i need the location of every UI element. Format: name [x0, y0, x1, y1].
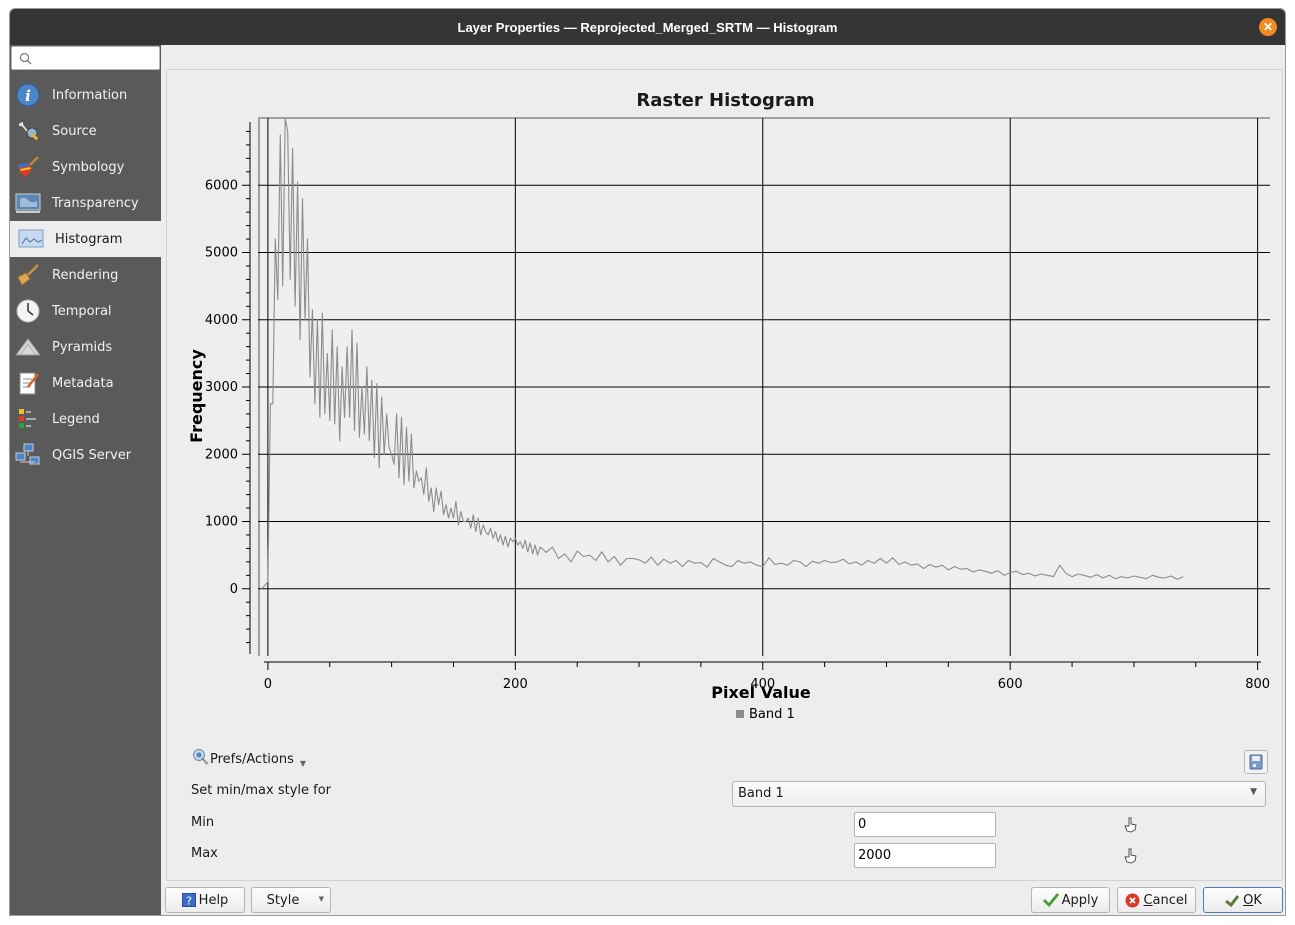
cancel-button[interactable]: Cancel	[1117, 887, 1196, 913]
band-select-value: Band 1	[738, 786, 784, 801]
apply-button[interactable]: Apply	[1031, 887, 1110, 913]
histogram-controls: Prefs/Actions ▼ Set min/max style for Ba…	[167, 740, 1284, 882]
layer-properties-dialog: Layer Properties — Reprojected_Merged_SR…	[9, 8, 1286, 916]
y-tick-label: 3000	[205, 380, 238, 395]
sidebar-item-transparency[interactable]: Transparency	[10, 185, 161, 221]
legend-label: Band 1	[749, 707, 795, 722]
sidebar-item-label: Legend	[52, 411, 100, 427]
y-tick-label: 6000	[205, 178, 238, 193]
svg-text:?: ?	[186, 895, 192, 908]
y-tick-label: 1000	[205, 515, 238, 530]
information-icon: i	[15, 82, 41, 108]
metadata-icon	[15, 370, 41, 396]
histogram-icon	[18, 226, 44, 252]
chevron-down-icon: ▼	[318, 895, 324, 903]
sidebar-item-information[interactable]: i Information	[10, 77, 161, 113]
save-histogram-button[interactable]	[1244, 750, 1268, 774]
chevron-down-icon: ▼	[1250, 787, 1257, 797]
ok-button[interactable]: OK	[1203, 887, 1283, 913]
y-tick-label: 2000	[205, 447, 238, 462]
cancel-label: Cancel	[1143, 892, 1188, 908]
pick-max-icon[interactable]	[1123, 848, 1139, 864]
x-tick-label: 200	[503, 677, 528, 692]
sidebar-item-label: Source	[52, 123, 97, 139]
apply-label: Apply	[1061, 892, 1099, 908]
sidebar-item-label: Temporal	[52, 303, 112, 319]
histogram-panel: Raster Histogram 0 1000 2000 3000 4000 5000 60…	[166, 69, 1283, 881]
band-select[interactable]: Band 1 ▼	[732, 781, 1266, 807]
sidebar-item-metadata[interactable]: Metadata	[10, 365, 161, 401]
sidebar-item-histogram[interactable]: Histogram	[10, 221, 161, 257]
sidebar-item-label: Transparency	[52, 195, 139, 211]
ok-label: OK	[1243, 892, 1262, 908]
y-axis-label: Frequency	[187, 349, 206, 443]
sidebar-item-label: Symbology	[52, 159, 125, 175]
help-label: Help	[198, 892, 229, 908]
title-bar: Layer Properties — Reprojected_Merged_SR…	[10, 9, 1285, 45]
help-icon: ?	[181, 893, 196, 908]
chart-legend: Band 1	[736, 707, 795, 722]
cancel-icon	[1125, 893, 1140, 908]
histogram-plot: 01000200030004000500060000 200 400 600 800 P…	[187, 70, 1270, 722]
legend-swatch	[736, 710, 744, 718]
y-tick-label: 4000	[205, 313, 238, 328]
checkmark-icon	[1042, 893, 1059, 907]
x-tick-label: 0	[264, 677, 272, 692]
sidebar-item-rendering[interactable]: Rendering	[10, 257, 161, 293]
sidebar-item-label: Metadata	[52, 375, 114, 391]
ok-icon	[1224, 893, 1240, 907]
symbology-icon	[15, 154, 41, 180]
legend-icon	[15, 406, 41, 432]
close-icon: ✕	[1262, 20, 1274, 34]
histogram-chart: Raster Histogram 0 1000 2000 3000 4000 5000 60…	[167, 70, 1284, 740]
style-label: Style	[266, 892, 300, 908]
temporal-icon	[15, 298, 41, 324]
prefs-actions-label: Prefs/Actions	[210, 751, 294, 767]
sidebar-item-qgis-server[interactable]: QGIS Server	[10, 437, 161, 473]
sidebar-item-source[interactable]: Source	[10, 113, 161, 149]
save-icon	[1249, 754, 1263, 770]
sidebar-item-temporal[interactable]: Temporal	[10, 293, 161, 329]
y-tick-label: 0	[230, 582, 238, 597]
sidebar-item-pyramids[interactable]: Pyramids	[10, 329, 161, 365]
transparency-icon	[15, 190, 41, 216]
x-axis-label: Pixel Value	[711, 683, 811, 702]
sidebar: i Information Source Symbology Transpare…	[10, 45, 161, 915]
sidebar-item-label: Pyramids	[52, 339, 113, 355]
pick-min-icon[interactable]	[1123, 817, 1139, 833]
max-input[interactable]	[854, 843, 996, 868]
sidebar-item-label: QGIS Server	[52, 447, 132, 463]
max-label: Max	[191, 846, 218, 861]
rendering-icon	[15, 262, 41, 288]
min-input[interactable]	[854, 812, 996, 837]
sidebar-item-legend[interactable]: Legend	[10, 401, 161, 437]
qgis-server-icon	[15, 442, 41, 468]
close-button[interactable]: ✕	[1259, 18, 1277, 36]
sidebar-item-label: Information	[52, 87, 128, 103]
prefs-actions-icon	[192, 748, 210, 770]
help-button[interactable]: ? Help	[165, 887, 245, 913]
svg-text:i: i	[25, 87, 31, 105]
window-title: Layer Properties — Reprojected_Merged_SR…	[457, 19, 838, 35]
minmax-style-label: Set min/max style for	[191, 783, 332, 798]
sidebar-item-symbology[interactable]: Symbology	[10, 149, 161, 185]
pyramids-icon	[15, 334, 41, 360]
sidebar-item-label: Histogram	[55, 231, 123, 247]
sidebar-search[interactable]	[11, 46, 160, 70]
style-button[interactable]: Style ▼	[251, 887, 331, 913]
search-input[interactable]	[36, 50, 156, 66]
source-icon	[15, 118, 41, 144]
button-bar: ? Help Style ▼ Apply Cancel OK	[161, 881, 1285, 915]
search-icon	[19, 52, 32, 65]
sidebar-item-label: Rendering	[52, 267, 119, 283]
y-tick-label: 5000	[205, 246, 238, 261]
x-tick-label: 600	[998, 677, 1023, 692]
prefs-actions-button[interactable]: Prefs/Actions ▼	[192, 748, 306, 770]
x-tick-label: 800	[1245, 677, 1270, 692]
min-label: Min	[191, 815, 215, 830]
chevron-down-icon: ▼	[299, 758, 307, 768]
sidebar-nav: i Information Source Symbology Transpare…	[10, 77, 161, 473]
